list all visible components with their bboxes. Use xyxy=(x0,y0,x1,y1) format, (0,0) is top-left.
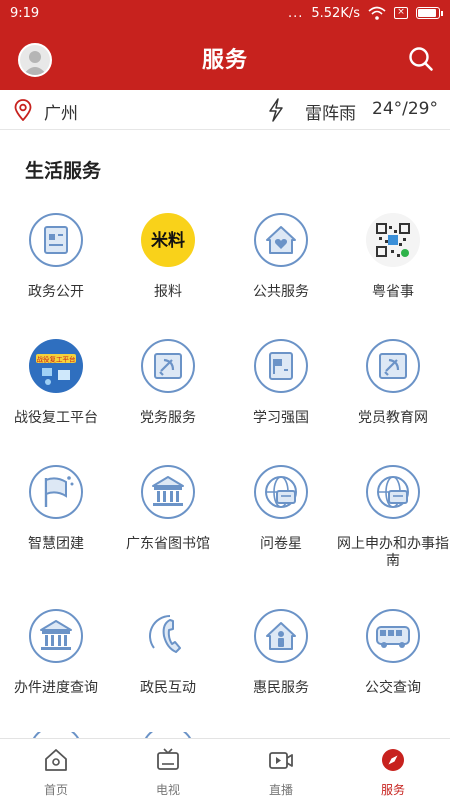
tab-tv[interactable]: 电视 xyxy=(112,739,224,800)
service-item-zhanyi-fugong[interactable]: 战役复工平台 战役复工平台 xyxy=(0,334,112,427)
service-item-zhengmin-hudong[interactable]: 政民互动 xyxy=(112,604,224,697)
tab-label: 电视 xyxy=(155,783,180,797)
house-heart-icon xyxy=(254,213,308,267)
service-item-zhihui-tuanjian[interactable]: 智慧团建 xyxy=(0,460,112,553)
service-label: 党务服务 xyxy=(140,410,196,426)
status-time: 9:19 xyxy=(10,5,40,21)
service-item-banjian-jindu[interactable]: 办件进度查询 xyxy=(0,604,112,697)
bus-icon xyxy=(366,609,420,663)
institution-building-icon xyxy=(29,609,83,663)
city-label[interactable]: 广州 xyxy=(44,99,78,124)
service-row: 战役复工平台 战役复工平台 党务服务 学习强国 党员教育网 xyxy=(0,334,450,454)
service-label: 粤省事 xyxy=(372,284,414,300)
weather-condition: 雷阵雨 xyxy=(305,104,356,124)
section-title: 生活服务 xyxy=(25,160,102,182)
qr-code-icon xyxy=(366,213,420,267)
service-item-gonggong-fuwu[interactable]: 公共服务 xyxy=(225,208,337,301)
resume-work-platform-icon: 战役复工平台 xyxy=(29,339,83,393)
service-label: 广东省图书馆 xyxy=(126,536,210,552)
service-item-baoliao[interactable]: 米料 报料 xyxy=(112,208,224,301)
location-pin-icon xyxy=(14,99,32,121)
avatar[interactable] xyxy=(18,43,52,77)
service-label: 网上申办和办事指南 xyxy=(337,536,449,569)
service-item-online-guide[interactable]: 网上申办和办事指南 xyxy=(337,460,449,570)
service-item-dangyuan-jiaoyu[interactable]: 党员教育网 xyxy=(337,334,449,427)
baoliao-logo-icon: 米料 xyxy=(141,213,195,267)
government-doc-icon xyxy=(29,213,83,267)
bottom-tab-bar: 首页 电视 直播 服务 xyxy=(0,738,450,800)
service-item-huimin-fuwu[interactable]: 惠民服务 xyxy=(225,604,337,697)
svg-text:米料: 米料 xyxy=(151,230,185,251)
service-item-zhengwu-gongkai[interactable]: 政务公开 xyxy=(0,208,112,301)
service-label: 办件进度查询 xyxy=(14,680,98,696)
service-label: 公交查询 xyxy=(365,680,421,696)
tab-label: 首页 xyxy=(43,783,68,797)
service-label: 党员教育网 xyxy=(358,410,428,426)
service-label: 问卷星 xyxy=(260,536,302,552)
tab-label: 服务 xyxy=(380,783,405,797)
service-item-dangwu-fuwu[interactable]: 党务服务 xyxy=(112,334,224,427)
service-label: 政务公开 xyxy=(28,284,84,300)
globe-chat-icon xyxy=(254,465,308,519)
service-label: 政民互动 xyxy=(140,680,196,696)
library-building-icon xyxy=(141,465,195,519)
status-right: ... 5.52K/s × xyxy=(287,5,443,21)
network-speed: 5.52K/s xyxy=(311,5,360,21)
app-header: 服务 xyxy=(0,26,450,90)
service-label: 惠民服务 xyxy=(253,680,309,696)
no-sim-icon: × xyxy=(394,7,408,19)
wifi-icon xyxy=(368,6,386,20)
home-icon xyxy=(45,749,67,771)
status-bar: 9:19 ... 5.52K/s × xyxy=(0,0,450,26)
service-row: 政务公开 米料 报料 公共服务 粤省事 xyxy=(0,208,450,328)
service-label: 公共服务 xyxy=(253,284,309,300)
service-label: 战役复工平台 xyxy=(14,410,98,426)
service-item-guangdong-library[interactable]: 广东省图书馆 xyxy=(112,460,224,553)
live-video-icon xyxy=(269,752,293,769)
service-item-xuexi-qiangguo[interactable]: 学习强国 xyxy=(225,334,337,427)
service-label: 报料 xyxy=(154,284,182,300)
service-row: 智慧团建 广东省图书馆 问卷星 网上申办和办事指南 xyxy=(0,460,450,580)
tab-label: 直播 xyxy=(268,783,293,797)
temperature: 24°/29° xyxy=(372,99,438,119)
weather-bar: 广州 雷阵雨 24°/29° xyxy=(0,90,450,130)
compass-icon xyxy=(382,749,404,771)
next-row-peek xyxy=(140,725,196,743)
tab-home[interactable]: 首页 xyxy=(0,739,112,800)
party-flag-doc-icon xyxy=(254,339,308,393)
service-item-gongjiao-chaxun[interactable]: 公交查询 xyxy=(337,604,449,697)
svg-text:战役复工平台: 战役复工平台 xyxy=(37,355,76,364)
user-silhouette-icon xyxy=(23,51,47,75)
party-emblem-icon xyxy=(141,339,195,393)
person-house-icon xyxy=(254,609,308,663)
service-item-yue-sheng-shi[interactable]: 粤省事 xyxy=(337,208,449,301)
globe-chat-icon xyxy=(366,465,420,519)
flag-stars-icon xyxy=(29,465,83,519)
phone-handset-icon xyxy=(149,615,181,653)
service-row: 办件进度查询 政民互动 惠民服务 公交查询 xyxy=(0,604,450,724)
tab-services[interactable]: 服务 xyxy=(337,739,449,800)
battery-icon xyxy=(416,7,443,19)
page-title: 服务 xyxy=(201,48,248,73)
thunder-icon xyxy=(269,98,283,122)
tv-icon xyxy=(157,748,179,770)
service-label: 学习强国 xyxy=(253,410,309,426)
status-dots: ... xyxy=(287,5,304,21)
search-icon[interactable] xyxy=(408,46,434,72)
tab-live[interactable]: 直播 xyxy=(225,739,337,800)
next-row-peek xyxy=(28,725,84,743)
party-emblem-icon xyxy=(366,339,420,393)
service-label: 智慧团建 xyxy=(28,536,84,552)
service-item-wenjuanxing[interactable]: 问卷星 xyxy=(225,460,337,553)
